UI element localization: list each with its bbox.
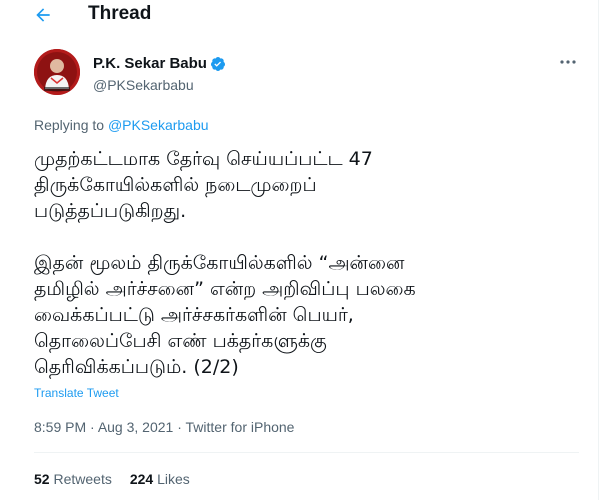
author-display-name[interactable]: P.K. Sekar Babu xyxy=(93,55,207,73)
likes-count: 224 xyxy=(129,471,154,487)
tweet-text: முதற்கட்டமாக தேர்வு செய்யப்பட்ட 47 திருக… xyxy=(34,148,416,378)
tweet-source-link[interactable]: Twitter for iPhone xyxy=(186,419,295,435)
retweets-count: 52 xyxy=(34,471,50,487)
meta-separator: · xyxy=(86,419,98,435)
retweets-label: Retweets xyxy=(53,471,112,487)
translate-tweet-link[interactable]: Translate Tweet xyxy=(34,385,119,401)
arrow-left-icon xyxy=(36,8,50,22)
thread-header: Thread xyxy=(0,0,598,30)
meta-separator: · xyxy=(173,419,186,435)
name-line: P.K. Sekar Babu xyxy=(93,55,226,73)
author-handle[interactable]: @PKSekarbabu xyxy=(93,76,194,94)
page-title: Thread xyxy=(88,3,152,24)
replying-prefix: Replying to xyxy=(34,117,108,133)
thread-view: Thread P.K. Sekar Babu @PKSekarbabu Repl… xyxy=(0,0,599,500)
tweet-meta: 8:59 PM · Aug 3, 2021 · Twitter for iPho… xyxy=(34,418,294,436)
likes-label: Likes xyxy=(157,471,190,487)
more-options-button[interactable] xyxy=(557,55,579,69)
tweet-date-link[interactable]: Aug 3, 2021 xyxy=(98,419,174,435)
tweet-stats: 52 Retweets 224 Likes xyxy=(34,470,190,488)
retweets-stat[interactable]: 52 Retweets xyxy=(34,470,112,488)
divider xyxy=(34,452,579,453)
replying-to: Replying to @PKSekarbabu xyxy=(34,116,209,134)
verified-badge-icon xyxy=(210,57,225,71)
tweet-time-link[interactable]: 8:59 PM xyxy=(34,419,86,435)
replying-handle-link[interactable]: @PKSekarbabu xyxy=(108,117,209,133)
more-horizontal-icon xyxy=(560,60,576,64)
back-button[interactable] xyxy=(30,2,56,28)
avatar-image-icon xyxy=(34,49,80,95)
likes-stat[interactable]: 224 Likes xyxy=(130,470,190,488)
avatar[interactable] xyxy=(34,49,80,95)
tweet-author: P.K. Sekar Babu @PKSekarbabu xyxy=(34,49,579,99)
